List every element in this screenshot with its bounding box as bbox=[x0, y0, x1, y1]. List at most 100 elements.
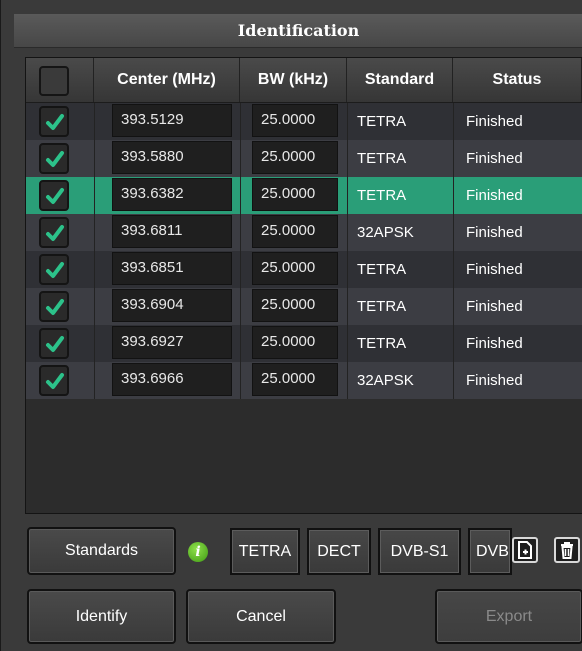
header-center[interactable]: Center (MHz) bbox=[94, 58, 240, 102]
column-separator bbox=[240, 214, 241, 251]
center-cell[interactable]: 393.6851 bbox=[112, 252, 232, 285]
bw-cell[interactable]: 25.0000 bbox=[252, 289, 338, 322]
table-row[interactable]: 393.6811 25.0000 32APSK Finished bbox=[26, 214, 582, 251]
column-separator bbox=[453, 288, 454, 325]
status-cell: Finished bbox=[466, 113, 523, 130]
standard-chip-dvb[interactable]: DVB bbox=[468, 528, 512, 575]
column-separator bbox=[94, 325, 95, 362]
column-separator bbox=[240, 325, 241, 362]
center-cell[interactable]: 393.5129 bbox=[112, 104, 232, 137]
table-row[interactable]: 393.5129 25.0000 TETRA Finished bbox=[26, 103, 582, 140]
column-separator bbox=[347, 362, 348, 399]
column-separator bbox=[94, 288, 95, 325]
column-separator bbox=[94, 214, 95, 251]
column-separator bbox=[94, 251, 95, 288]
column-separator bbox=[347, 103, 348, 140]
checkmark-icon bbox=[46, 262, 64, 278]
status-cell: Finished bbox=[466, 298, 523, 315]
table-row[interactable]: 393.6966 25.0000 32APSK Finished bbox=[26, 362, 582, 399]
column-separator bbox=[240, 140, 241, 177]
checkmark-icon bbox=[46, 336, 64, 352]
standard-cell: 32APSK bbox=[357, 372, 414, 389]
standard-cell: TETRA bbox=[357, 150, 407, 167]
checkmark-icon bbox=[46, 151, 64, 167]
row-checkbox[interactable] bbox=[39, 106, 69, 137]
row-checkbox[interactable] bbox=[39, 328, 69, 359]
table-header: Center (MHz) BW (kHz) Standard Status bbox=[26, 58, 582, 103]
panel-title: Identification bbox=[237, 21, 360, 40]
standard-chip-dect[interactable]: DECT bbox=[307, 528, 371, 575]
identification-panel: Identification Center (MHz) BW (kHz) Sta… bbox=[0, 0, 582, 651]
column-separator bbox=[240, 288, 241, 325]
column-separator bbox=[453, 177, 454, 214]
column-separator bbox=[347, 214, 348, 251]
table-row[interactable]: 393.5880 25.0000 TETRA Finished bbox=[26, 140, 582, 177]
column-separator bbox=[347, 288, 348, 325]
standard-cell: TETRA bbox=[357, 335, 407, 352]
standard-chip-dvb-s1[interactable]: DVB-S1 bbox=[378, 528, 461, 575]
bw-cell[interactable]: 25.0000 bbox=[252, 141, 338, 174]
header-status[interactable]: Status bbox=[453, 58, 582, 102]
center-cell[interactable]: 393.6927 bbox=[112, 326, 232, 359]
identification-table: Center (MHz) BW (kHz) Standard Status 39… bbox=[25, 57, 582, 514]
column-separator bbox=[240, 251, 241, 288]
center-cell[interactable]: 393.5880 bbox=[112, 141, 232, 174]
column-separator bbox=[240, 103, 241, 140]
table-row[interactable]: 393.6927 25.0000 TETRA Finished bbox=[26, 325, 582, 362]
standards-button[interactable]: Standards bbox=[27, 527, 176, 575]
status-cell: Finished bbox=[466, 187, 523, 204]
row-checkbox[interactable] bbox=[39, 254, 69, 285]
column-separator bbox=[347, 325, 348, 362]
standard-chip-tetra[interactable]: TETRA bbox=[230, 528, 300, 575]
table-row[interactable]: 393.6904 25.0000 TETRA Finished bbox=[26, 288, 582, 325]
column-separator bbox=[453, 103, 454, 140]
column-separator bbox=[453, 251, 454, 288]
bw-cell[interactable]: 25.0000 bbox=[252, 178, 338, 211]
status-cell: Finished bbox=[466, 224, 523, 241]
center-cell[interactable]: 393.6904 bbox=[112, 289, 232, 322]
column-separator bbox=[94, 177, 95, 214]
cancel-button[interactable]: Cancel bbox=[186, 589, 336, 644]
bw-cell[interactable]: 25.0000 bbox=[252, 252, 338, 285]
bw-cell[interactable]: 25.0000 bbox=[252, 363, 338, 396]
table-row[interactable]: 393.6382 25.0000 TETRA Finished bbox=[26, 177, 582, 214]
export-file-icon[interactable] bbox=[512, 537, 538, 563]
row-checkbox[interactable] bbox=[39, 217, 69, 248]
identify-button[interactable]: Identify bbox=[27, 589, 176, 644]
status-cell: Finished bbox=[466, 261, 523, 278]
status-cell: Finished bbox=[466, 150, 523, 167]
center-cell[interactable]: 393.6966 bbox=[112, 363, 232, 396]
row-checkbox[interactable] bbox=[39, 365, 69, 396]
column-separator bbox=[240, 177, 241, 214]
trash-icon[interactable] bbox=[554, 537, 580, 563]
export-button[interactable]: Export bbox=[435, 589, 582, 644]
row-checkbox[interactable] bbox=[39, 180, 69, 211]
table-row[interactable]: 393.6851 25.0000 TETRA Finished bbox=[26, 251, 582, 288]
checkmark-icon bbox=[46, 299, 64, 315]
bw-cell[interactable]: 25.0000 bbox=[252, 215, 338, 248]
checkmark-icon bbox=[46, 114, 64, 130]
header-standard[interactable]: Standard bbox=[347, 58, 453, 102]
center-cell[interactable]: 393.6811 bbox=[112, 215, 232, 248]
standard-cell: TETRA bbox=[357, 261, 407, 278]
checkmark-icon bbox=[46, 225, 64, 241]
checkmark-icon bbox=[46, 188, 64, 204]
title-bar: Identification bbox=[14, 14, 582, 48]
column-separator bbox=[240, 362, 241, 399]
bw-cell[interactable]: 25.0000 bbox=[252, 326, 338, 359]
standard-cell: 32APSK bbox=[357, 224, 414, 241]
status-cell: Finished bbox=[466, 372, 523, 389]
row-checkbox[interactable] bbox=[39, 291, 69, 322]
column-separator bbox=[453, 214, 454, 251]
bw-cell[interactable]: 25.0000 bbox=[252, 104, 338, 137]
standard-cell: TETRA bbox=[357, 298, 407, 315]
header-bw[interactable]: BW (kHz) bbox=[240, 58, 347, 102]
info-icon[interactable]: i bbox=[188, 542, 208, 562]
standard-cell: TETRA bbox=[357, 187, 407, 204]
column-separator bbox=[347, 251, 348, 288]
column-separator bbox=[453, 362, 454, 399]
row-checkbox[interactable] bbox=[39, 143, 69, 174]
center-cell[interactable]: 393.6382 bbox=[112, 178, 232, 211]
column-separator bbox=[94, 362, 95, 399]
standard-cell: TETRA bbox=[357, 113, 407, 130]
